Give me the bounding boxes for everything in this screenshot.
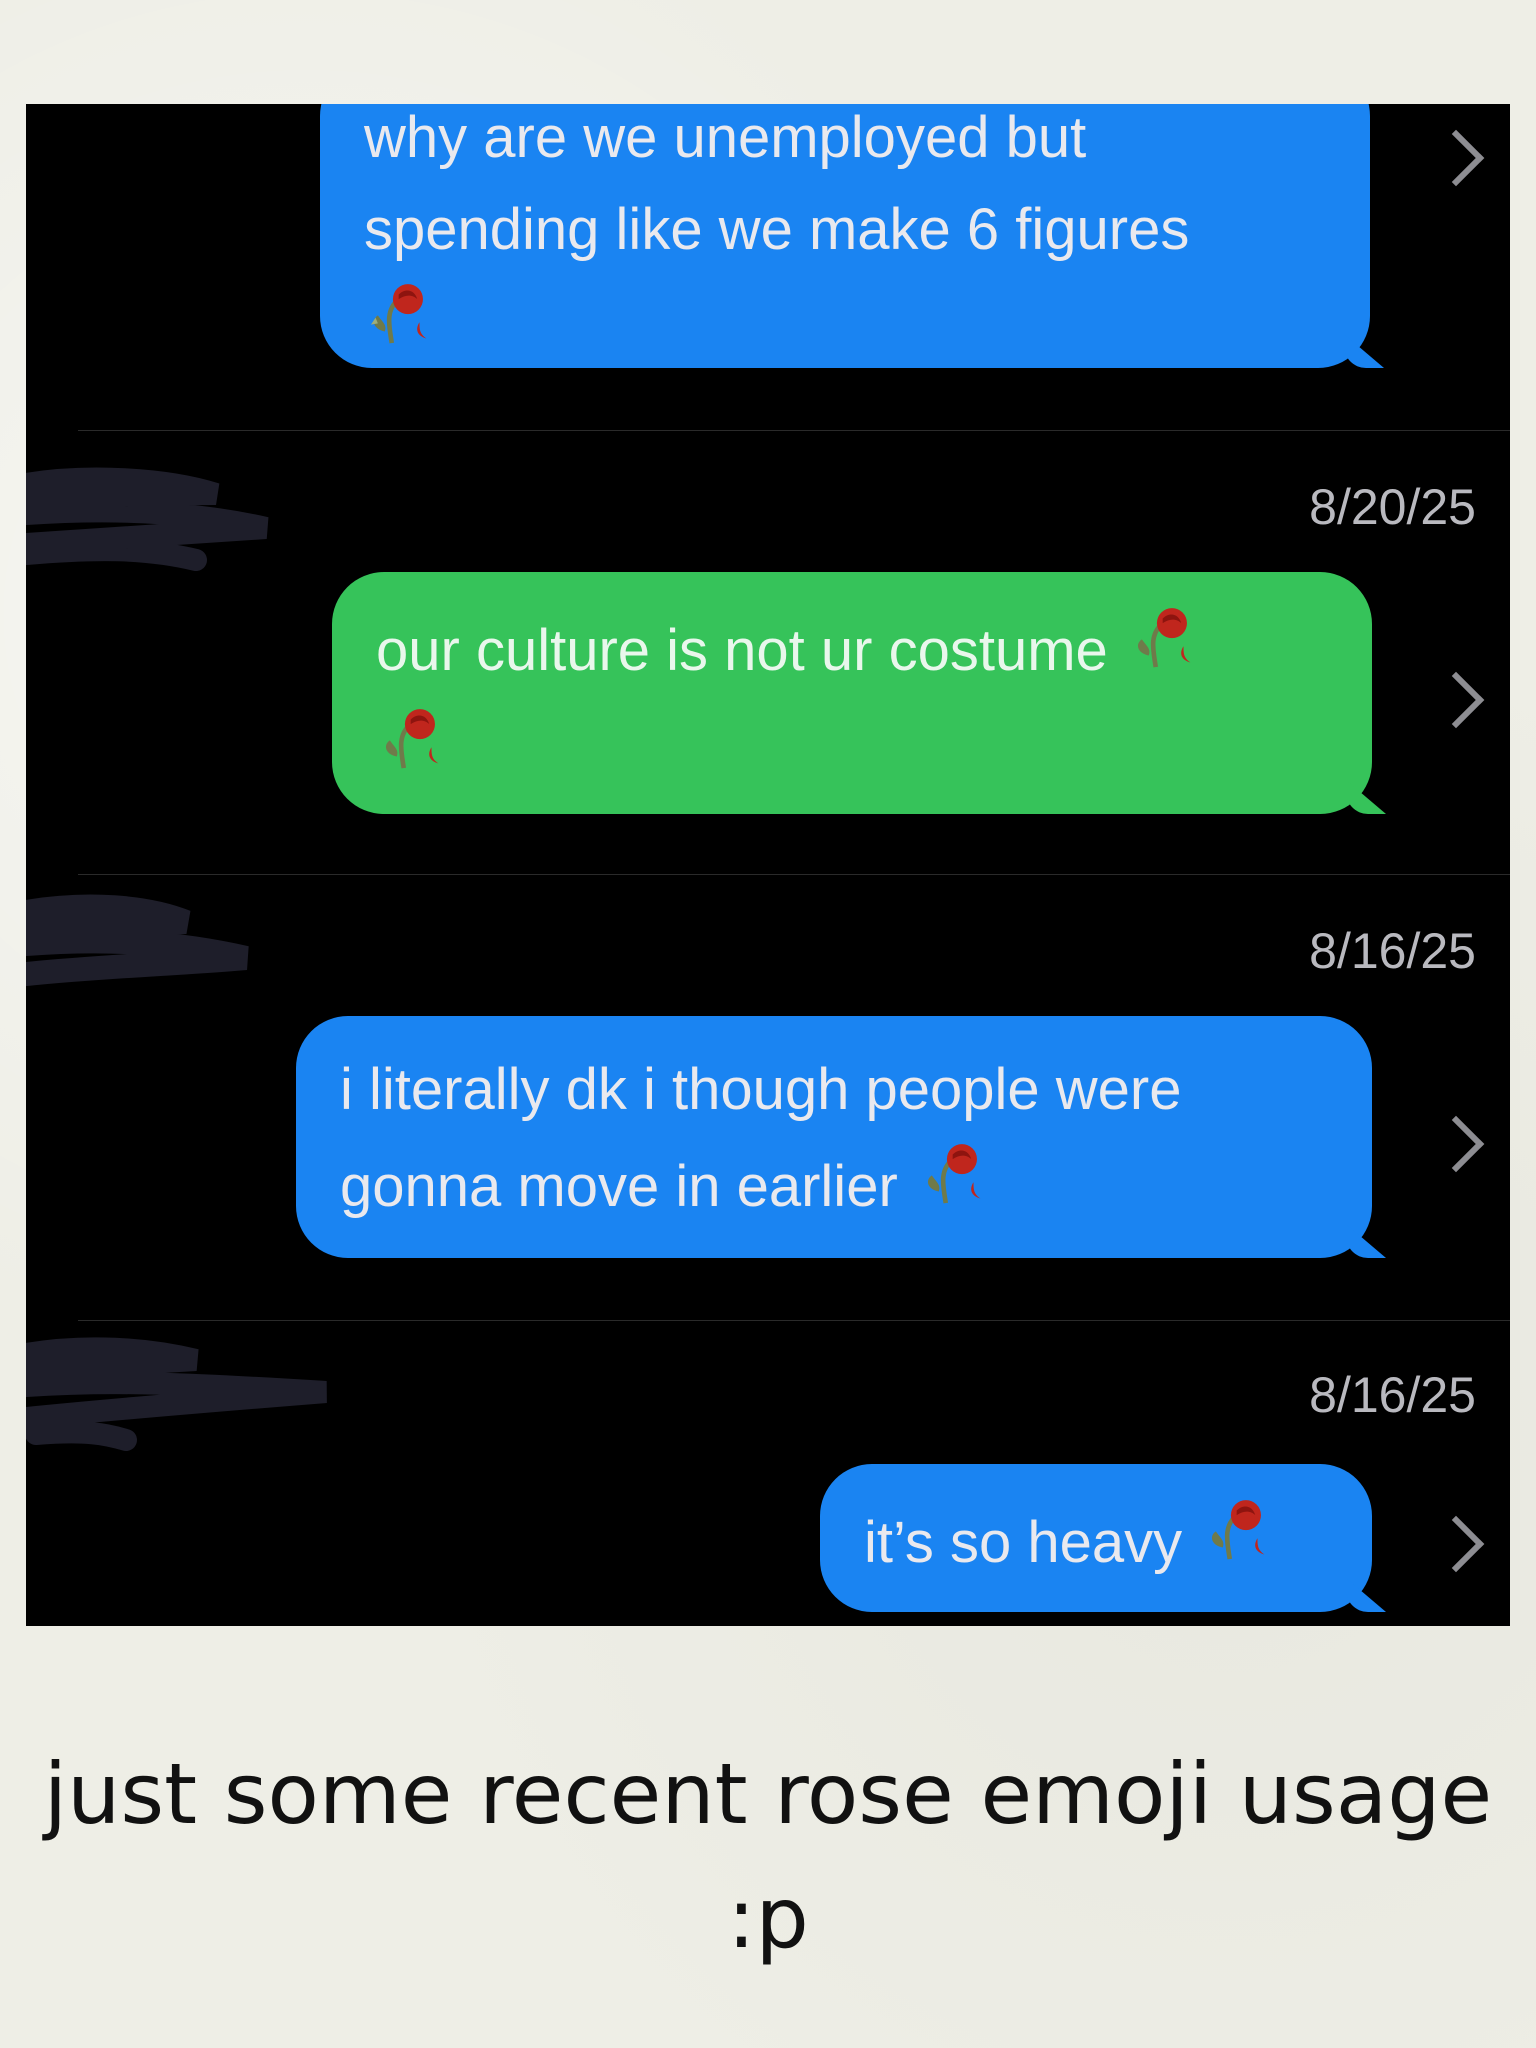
messages-screenshot: why are we unemployed but spending like … xyxy=(26,104,1510,1626)
message-text-line: why are we unemployed but xyxy=(364,105,1087,170)
message-bubble-3[interactable]: i literally dk i though people were gonn… xyxy=(296,1016,1372,1258)
message-text: our culture is not ur costume xyxy=(376,617,1108,683)
message-bubble-2[interactable]: our culture is not ur costume xyxy=(332,572,1372,814)
message-bubble-4[interactable]: it’s so heavy xyxy=(820,1464,1372,1612)
message-text: it’s so heavy xyxy=(864,1509,1183,1575)
redaction-scribble xyxy=(26,467,269,571)
wilted-rose-icon xyxy=(1202,1492,1276,1593)
caption-line-2: :p xyxy=(727,1869,809,1967)
chevron-right-icon[interactable] xyxy=(1427,1115,1485,1173)
redaction-scribble xyxy=(26,1337,327,1451)
message-bubble-1[interactable]: why are we unemployed but spending like … xyxy=(320,104,1370,368)
message-text-line: gonna move in earlier xyxy=(340,1153,898,1219)
divider xyxy=(78,1320,1510,1321)
wilted-rose-icon xyxy=(376,701,450,802)
message-text-line: spending like we make 6 figures xyxy=(364,197,1190,262)
divider xyxy=(78,874,1510,875)
message-text-line: i literally dk i though people were xyxy=(340,1057,1182,1122)
chevron-right-icon[interactable] xyxy=(1427,129,1485,187)
redaction-scribble xyxy=(26,894,249,986)
wilted-rose-icon xyxy=(1128,600,1202,701)
wilted-rose-icon xyxy=(918,1136,992,1237)
chevron-right-icon[interactable] xyxy=(1427,671,1485,729)
divider xyxy=(78,430,1510,431)
message-date: 8/16/25 xyxy=(1309,1367,1476,1423)
chevron-right-icon[interactable] xyxy=(1427,1515,1485,1573)
caption-line-1: just some recent rose emoji usage xyxy=(43,1745,1493,1843)
message-date: 8/16/25 xyxy=(1309,923,1476,979)
wilted-rose-icon xyxy=(364,276,438,377)
caption: just some recent rose emoji usage :p xyxy=(0,1732,1536,1980)
message-date: 8/20/25 xyxy=(1309,479,1476,535)
